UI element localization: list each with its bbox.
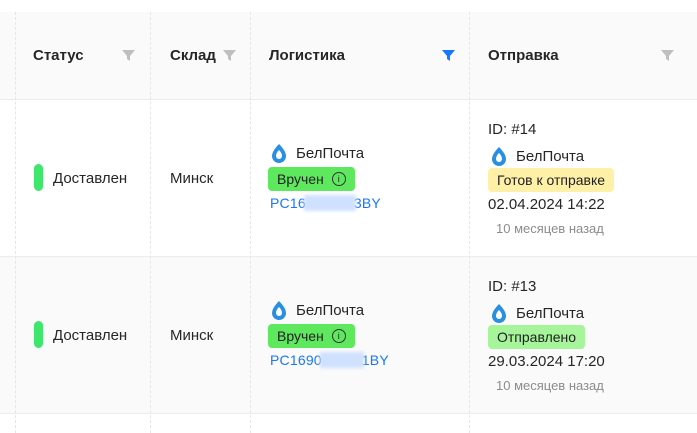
belpochta-logo-icon bbox=[270, 143, 288, 163]
info-icon[interactable]: i bbox=[331, 172, 346, 186]
table-row[interactable]: Доставлен Минск БелПочта Вручен i PC1690… bbox=[0, 257, 697, 414]
tracking-number-start: PC1690 bbox=[270, 352, 322, 368]
column-divider bbox=[250, 12, 251, 433]
shipment-relative-time: 10 месяцев назад bbox=[496, 221, 604, 236]
carrier-name: БелПочта bbox=[516, 304, 585, 322]
tracking-number-start: PC16 bbox=[270, 195, 306, 211]
filter-active-icon[interactable] bbox=[442, 49, 455, 62]
belpochta-logo-icon bbox=[490, 303, 508, 323]
shipment-date: 29.03.2024 17:20 bbox=[488, 353, 605, 370]
carrier-name: БелПочта bbox=[516, 147, 585, 165]
belpochta-logo-icon bbox=[490, 146, 508, 166]
column-header-warehouse: Склад bbox=[170, 47, 216, 64]
tracking-number-end: 3BY bbox=[353, 195, 381, 211]
tracking-number-end: 1BY bbox=[361, 352, 389, 368]
column-divider bbox=[150, 12, 151, 433]
delivery-status-label: Вручен bbox=[277, 328, 324, 344]
carrier-name: БелПочта bbox=[296, 144, 365, 162]
table-header: Статус Склад Логистика Отправка bbox=[0, 12, 697, 100]
table-row[interactable]: Доставлен Минск БелПочта Вручен i PC16 3B… bbox=[0, 100, 697, 257]
shipment-carrier: БелПочта bbox=[490, 146, 584, 166]
status-text: Доставлен bbox=[53, 170, 128, 187]
carrier: БелПочта bbox=[270, 300, 364, 320]
column-divider bbox=[469, 12, 470, 433]
filter-icon[interactable] bbox=[122, 49, 135, 62]
column-header-shipment: Отправка bbox=[488, 47, 559, 64]
delivery-status-label: Вручен bbox=[277, 171, 324, 187]
redacted-blur bbox=[303, 195, 356, 211]
column-divider bbox=[15, 12, 16, 433]
column-header-logistics: Логистика bbox=[269, 47, 345, 64]
carrier: БелПочта bbox=[270, 143, 364, 163]
tracking-number-link[interactable]: PC1690 1BY bbox=[270, 352, 389, 368]
delivery-status-badge: Вручен i bbox=[268, 324, 355, 348]
warehouse-text: Минск bbox=[170, 170, 214, 187]
shipment-id: ID: #14 bbox=[488, 121, 537, 138]
column-header-status: Статус bbox=[33, 47, 84, 64]
filter-icon[interactable] bbox=[223, 49, 236, 62]
shipment-carrier: БелПочта bbox=[490, 303, 584, 323]
shipment-relative-time: 10 месяцев назад bbox=[496, 378, 604, 393]
redacted-blur bbox=[319, 352, 364, 368]
shipment-id: ID: #13 bbox=[488, 278, 537, 295]
logistics-cell: БелПочта bbox=[270, 143, 364, 163]
logistics-cell: БелПочта bbox=[270, 300, 364, 320]
orders-table: Статус Склад Логистика Отправка Доставле… bbox=[0, 0, 697, 433]
delivery-status-badge: Вручен i bbox=[268, 167, 355, 191]
carrier-name: БелПочта bbox=[296, 301, 365, 319]
shipment-status-badge: Отправлено bbox=[488, 325, 586, 349]
shipment-status-badge: Готов к отправке bbox=[488, 168, 615, 192]
warehouse-text: Минск bbox=[170, 327, 214, 344]
filter-icon[interactable] bbox=[661, 49, 674, 62]
status-indicator bbox=[34, 164, 43, 191]
status-indicator bbox=[34, 321, 43, 348]
status-text: Доставлен bbox=[53, 327, 128, 344]
tracking-number-link[interactable]: PC16 3BY bbox=[270, 195, 381, 211]
shipment-date: 02.04.2024 14:22 bbox=[488, 196, 605, 213]
belpochta-logo-icon bbox=[270, 300, 288, 320]
info-icon[interactable]: i bbox=[331, 329, 346, 343]
